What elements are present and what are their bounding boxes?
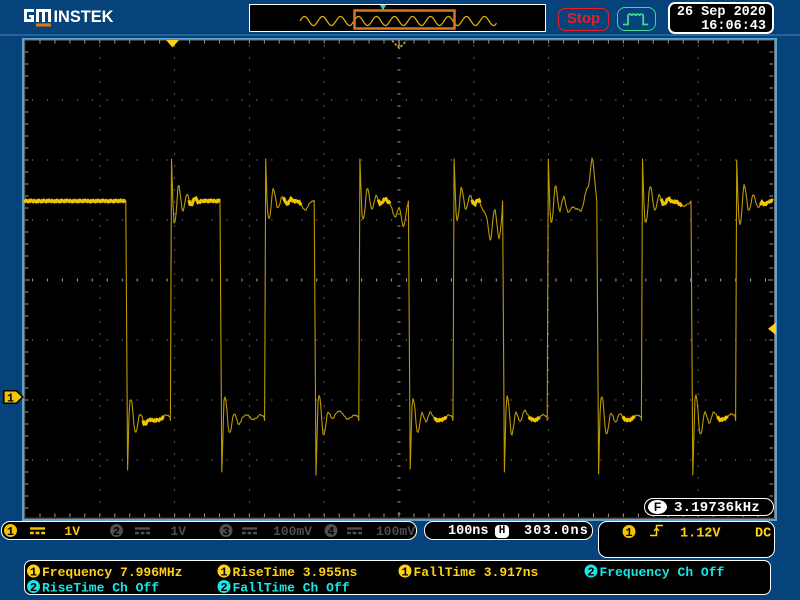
svg-text:FallTime 3.917ns: FallTime 3.917ns [414, 565, 539, 580]
svg-text:1: 1 [401, 566, 408, 580]
svg-text:1: 1 [220, 566, 227, 580]
svg-text:2: 2 [113, 525, 120, 539]
svg-text:Frequency 7.996MHz: Frequency 7.996MHz [42, 565, 182, 580]
svg-text:100mV: 100mV [376, 524, 415, 539]
svg-text:1.12V: 1.12V [680, 527, 721, 542]
svg-text:Frequency Ch Off: Frequency Ch Off [600, 565, 725, 580]
svg-text:RiseTime Ch Off: RiseTime Ch Off [42, 581, 159, 596]
svg-text:4: 4 [327, 525, 334, 539]
svg-text:FallTime Ch Off: FallTime Ch Off [233, 581, 350, 596]
svg-text:100mV: 100mV [273, 524, 312, 539]
svg-text:1V: 1V [170, 524, 186, 539]
svg-text:1: 1 [30, 566, 37, 580]
svg-text:2: 2 [220, 581, 227, 595]
svg-text:DC: DC [755, 527, 771, 542]
svg-text:3: 3 [222, 525, 229, 539]
svg-text:1V: 1V [64, 524, 80, 539]
svg-text:1: 1 [7, 393, 14, 406]
svg-text:1: 1 [625, 526, 632, 540]
svg-text:RiseTime 3.955ns: RiseTime 3.955ns [233, 565, 358, 580]
svg-text:2: 2 [587, 566, 594, 580]
svg-text:1: 1 [7, 525, 14, 539]
svg-text:2: 2 [30, 581, 37, 595]
